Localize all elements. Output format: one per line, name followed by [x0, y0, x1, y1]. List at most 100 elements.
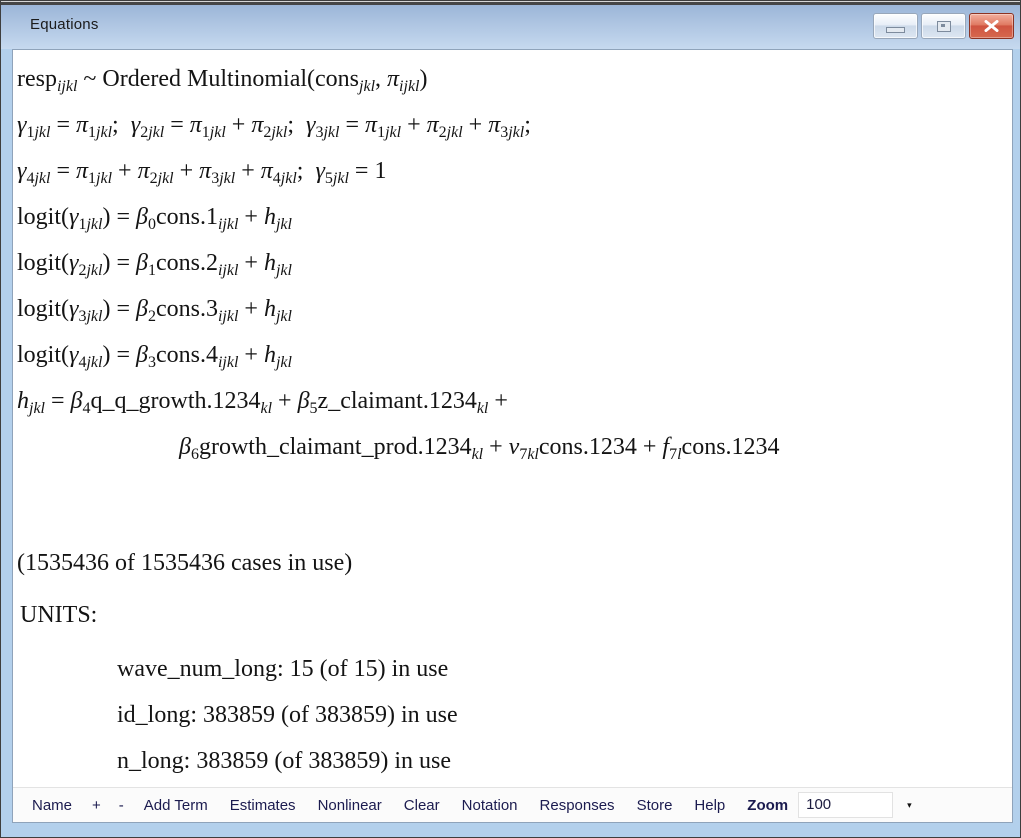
equation-token: h	[17, 388, 29, 414]
window-title: Equations	[30, 16, 99, 33]
equation-token: jkl	[86, 354, 102, 371]
equation-token: logit(	[17, 250, 69, 276]
equation-token: =	[164, 112, 190, 138]
equation-token: ijkl	[57, 78, 77, 95]
equation-token: jkl	[34, 170, 50, 187]
equation-token: π	[427, 112, 439, 138]
toolbar-button-store[interactable]: Store	[626, 797, 684, 814]
equation-token: jkl	[148, 124, 164, 141]
equation-token: ~ Ordered Multinomial(cons	[77, 66, 359, 92]
close-button[interactable]	[969, 13, 1014, 39]
equation-token: kl	[261, 400, 273, 417]
units-heading: UNITS:	[17, 592, 1012, 638]
restore-button[interactable]	[921, 13, 966, 39]
equation-token: 3	[148, 354, 156, 371]
equation-token: +	[226, 112, 252, 138]
equation-token: cons.1234	[682, 434, 780, 460]
equation-line-h-definition-continued[interactable]: β6growth_claimant_prod.1234kl + v7klcons…	[17, 424, 1012, 470]
equation-token: jkl	[219, 170, 235, 187]
equation-token: logit(	[17, 204, 69, 230]
equation-token: jkl	[29, 400, 45, 417]
equation-token: 2	[150, 170, 158, 187]
equation-line-h-definition[interactable]: hjkl = β4q_q_growth.1234kl + β5z_claiman…	[17, 378, 1012, 424]
equation-token: β	[298, 388, 310, 414]
equation-token: kl	[527, 446, 539, 463]
equation-token: ijkl	[218, 354, 238, 371]
equation-token: 4	[273, 170, 281, 187]
equation-token: h	[264, 342, 276, 368]
toolbar-button-plus[interactable]: +	[83, 797, 110, 814]
equation-token: = 1	[349, 158, 387, 184]
equation-line-logit-gamma4[interactable]: logit(γ4jkl) = β3cons.4ijkl + hjkl	[17, 332, 1012, 378]
toolbar-button-minus[interactable]: -	[110, 797, 133, 814]
equation-token: 2	[439, 124, 447, 141]
equation-token: jkl	[276, 216, 292, 233]
toolbar-button-help[interactable]: Help	[683, 797, 736, 814]
equation-token: ;	[287, 112, 306, 138]
equation-token: jkl	[210, 124, 226, 141]
equations-area: respijkl ~ Ordered Multinomial(consjkl, …	[13, 50, 1012, 787]
zoom-combobox[interactable]: 100 ▾	[798, 792, 912, 818]
toolbar-button-notation[interactable]: Notation	[451, 797, 529, 814]
equations-window: Equations respijkl ~ Ordered Multinomial…	[0, 0, 1021, 838]
equation-token: resp	[17, 66, 57, 92]
equation-token: =	[50, 158, 76, 184]
equation-token: h	[264, 204, 276, 230]
equation-token: β	[136, 204, 148, 230]
title-bar[interactable]: Equations	[1, 5, 1020, 49]
status-block: (1535436 of 1535436 cases in use) UNITS:…	[17, 540, 1012, 784]
equation-line-logit-gamma2[interactable]: logit(γ2jkl) = β1cons.2ijkl + hjkl	[17, 240, 1012, 286]
equation-line-gamma-cumulative-45[interactable]: γ4jkl = π1jkl + π2jkl + π3jkl + π4jkl; γ…	[17, 148, 1012, 194]
equation-token: ;	[112, 112, 131, 138]
equation-token: γ	[315, 158, 324, 184]
toolbar-button-add-term[interactable]: Add Term	[133, 797, 219, 814]
equation-token: ) =	[102, 250, 136, 276]
equation-token: π	[138, 158, 150, 184]
equation-line-gamma-cumulative-123[interactable]: γ1jkl = π1jkl; γ2jkl = π1jkl + π2jkl; γ3…	[17, 102, 1012, 148]
equation-token: ;	[297, 158, 316, 184]
equation-token: β	[136, 250, 148, 276]
equation-token: jkl	[86, 308, 102, 325]
equation-token: jkl	[276, 354, 292, 371]
equation-token: h	[264, 296, 276, 322]
equation-token: jkl	[271, 124, 287, 141]
equation-token: =	[339, 112, 365, 138]
equation-token: +	[272, 388, 298, 414]
restore-icon	[937, 21, 951, 32]
toolbar-button-name[interactable]: Name	[21, 797, 83, 814]
equation-token: jkl	[276, 262, 292, 279]
equation-token: π	[261, 158, 273, 184]
equation-line-logit-gamma3[interactable]: logit(γ3jkl) = β2cons.3ijkl + hjkl	[17, 286, 1012, 332]
equation-token: growth_claimant_prod.1234	[199, 434, 472, 460]
equation-token: jkl	[508, 124, 524, 141]
equation-token: +	[112, 158, 138, 184]
equation-token: jkl	[447, 124, 463, 141]
equation-token: cons.3	[156, 296, 218, 322]
minimize-button[interactable]	[873, 13, 918, 39]
equation-token: +	[483, 434, 509, 460]
equation-token: ijkl	[218, 308, 238, 325]
equation-token: =	[50, 112, 76, 138]
equation-token: +	[238, 250, 264, 276]
toolbar-button-responses[interactable]: Responses	[529, 797, 626, 814]
equation-token: 1	[88, 124, 96, 141]
chevron-down-icon[interactable]: ▾	[907, 793, 912, 817]
toolbar-button-clear[interactable]: Clear	[393, 797, 451, 814]
equation-token: ijkl	[218, 216, 238, 233]
equation-token: jkl	[359, 78, 375, 95]
equation-token: ) =	[102, 342, 136, 368]
equation-token: jkl	[281, 170, 297, 187]
toolbar-button-estimates[interactable]: Estimates	[219, 797, 307, 814]
zoom-value-field[interactable]: 100	[798, 792, 893, 818]
equation-token: +	[174, 158, 200, 184]
equation-token: 6	[191, 446, 199, 463]
equation-token: +	[238, 204, 264, 230]
equation-token: jkl	[96, 124, 112, 141]
toolbar-button-nonlinear[interactable]: Nonlinear	[307, 797, 393, 814]
toolbar: Name+-Add TermEstimatesNonlinearClearNot…	[13, 787, 1012, 822]
equation-line-response-distribution[interactable]: respijkl ~ Ordered Multinomial(consjkl, …	[17, 56, 1012, 102]
minimize-icon	[886, 27, 905, 33]
equation-token: kl	[477, 400, 489, 417]
equation-token: jkl	[86, 262, 102, 279]
equation-line-logit-gamma1[interactable]: logit(γ1jkl) = β0cons.1ijkl + hjkl	[17, 194, 1012, 240]
